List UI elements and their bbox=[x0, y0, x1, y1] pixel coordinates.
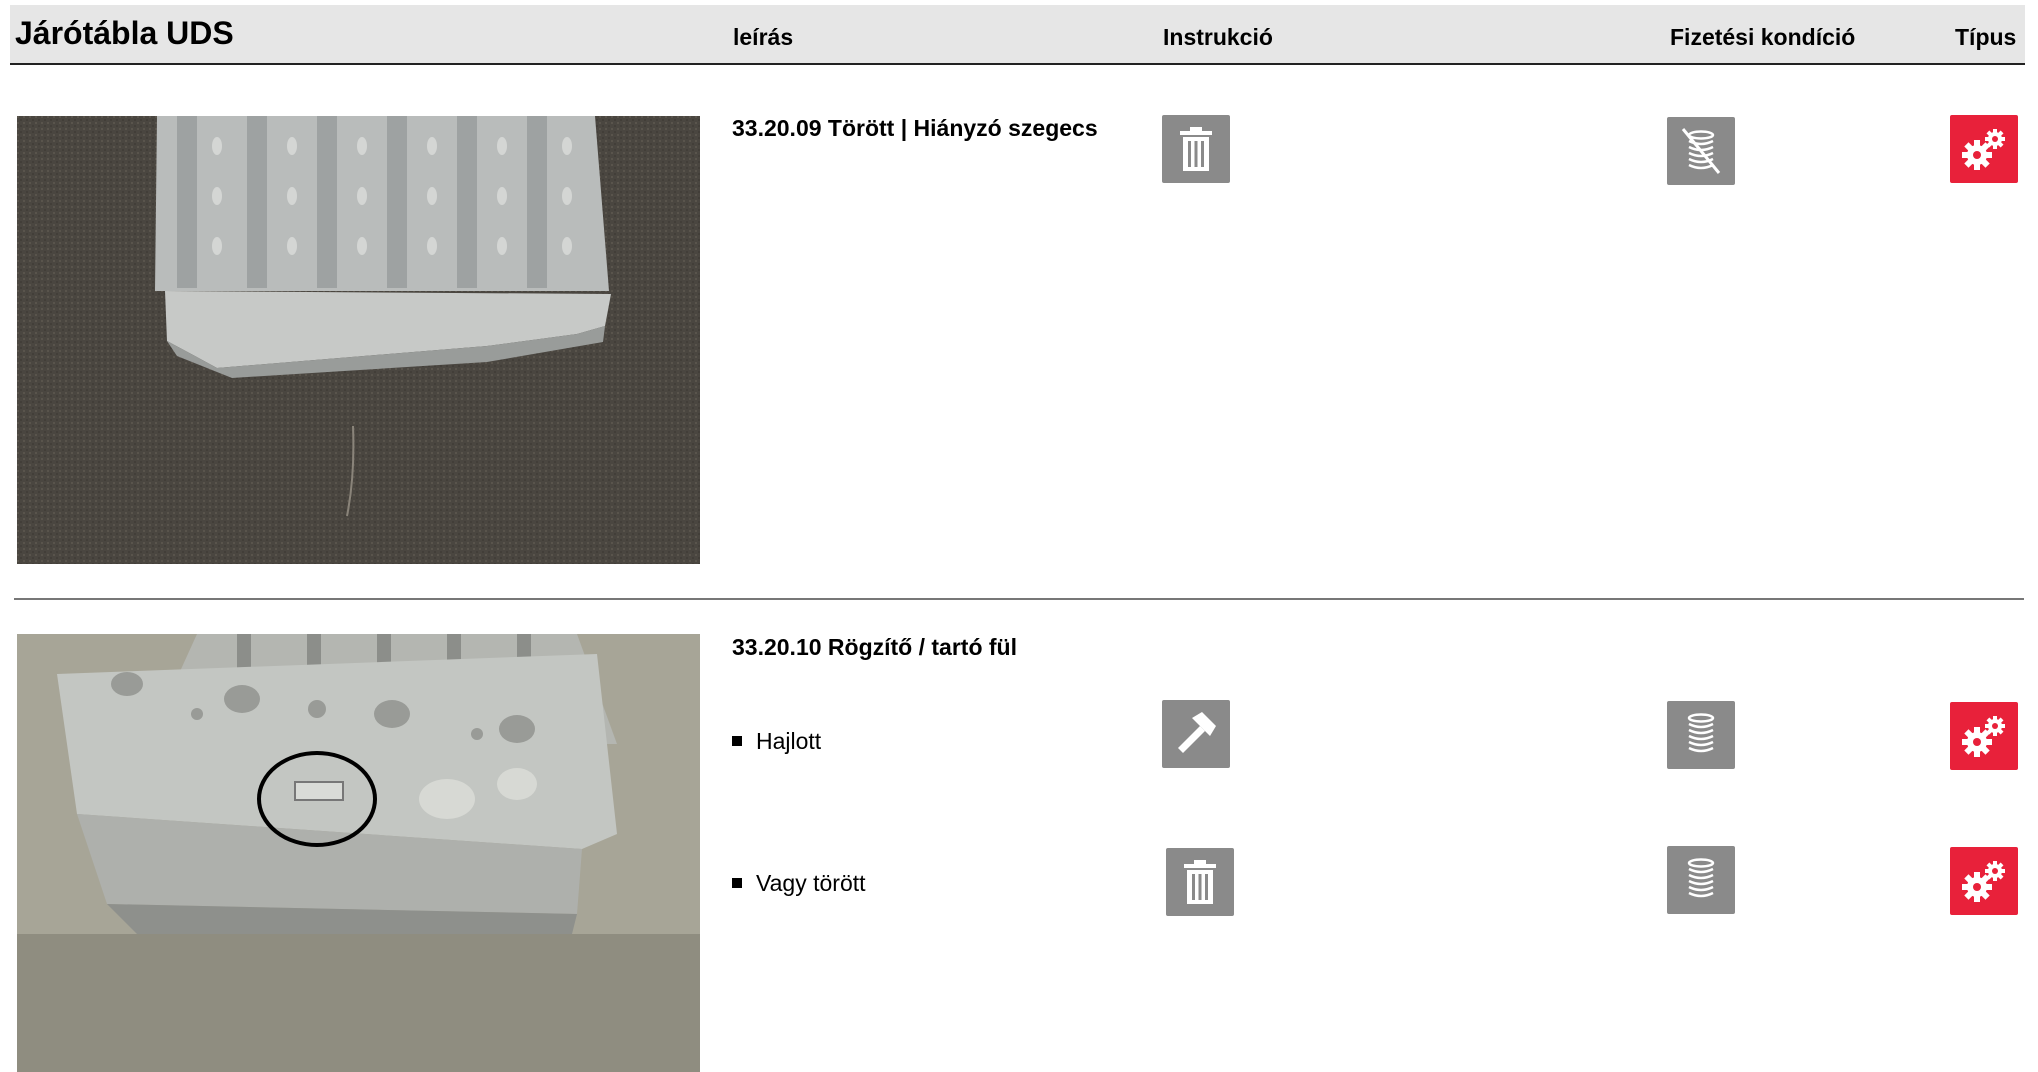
section-2-title: 33.20.10 Rögzítő / tartó fül bbox=[732, 634, 1017, 660]
bullet-square-icon bbox=[732, 877, 742, 888]
gears-icon[interactable] bbox=[1950, 115, 2018, 183]
hammer-icon[interactable] bbox=[1162, 700, 1230, 768]
list-item: Vagy törött bbox=[732, 870, 866, 897]
page-title: Járótábla UDS bbox=[15, 15, 234, 51]
coins-crossed-icon[interactable] bbox=[1667, 117, 1735, 185]
list-item-label: Vagy törött bbox=[756, 870, 866, 896]
column-header-payment: Fizetési kondíció bbox=[1670, 24, 1856, 50]
coins-icon[interactable] bbox=[1667, 846, 1735, 914]
trash-icon[interactable] bbox=[1166, 848, 1234, 916]
coins-icon[interactable] bbox=[1667, 701, 1735, 769]
trash-icon[interactable] bbox=[1162, 115, 1230, 183]
column-header-instruction: Instrukció bbox=[1163, 24, 1273, 50]
table-header: Járótábla UDS leírás Instrukció Fizetési… bbox=[10, 5, 2025, 65]
section-2-photo bbox=[17, 634, 700, 1072]
section-divider bbox=[14, 598, 2024, 600]
bullet-square-icon bbox=[732, 735, 742, 746]
section-1-title: 33.20.09 Törött | Hiányzó szegecs bbox=[732, 115, 1098, 141]
gears-icon[interactable] bbox=[1950, 702, 2018, 770]
list-item: Hajlott bbox=[732, 728, 821, 755]
gears-icon[interactable] bbox=[1950, 847, 2018, 915]
column-header-type: Típus bbox=[1955, 24, 2017, 50]
section-1-photo bbox=[17, 116, 700, 564]
list-item-label: Hajlott bbox=[756, 728, 822, 754]
column-header-description: leírás bbox=[733, 24, 794, 50]
